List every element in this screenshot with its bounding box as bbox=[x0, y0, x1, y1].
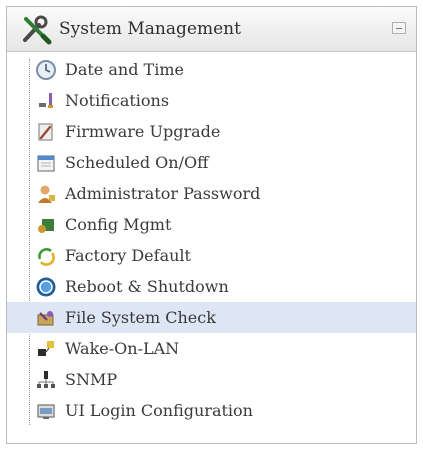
menu-item-administrator-password[interactable]: Administrator Password bbox=[7, 178, 416, 209]
menu-item-label: Wake-On-LAN bbox=[65, 339, 180, 358]
refresh-icon bbox=[38, 248, 55, 266]
menu-item-label: UI Login Configuration bbox=[65, 401, 253, 420]
menu-item-wake-on-lan[interactable]: Wake-On-LAN bbox=[7, 333, 416, 364]
collapse-icon[interactable] bbox=[392, 22, 406, 34]
menu-item-notifications[interactable]: Notifications bbox=[7, 85, 416, 116]
clock-icon bbox=[36, 60, 56, 80]
menu-item-label: Date and Time bbox=[65, 60, 184, 79]
tools-icon bbox=[23, 15, 52, 45]
menu-item-label: Config Mgmt bbox=[65, 215, 172, 234]
menu-item-snmp[interactable]: SNMP bbox=[7, 364, 416, 395]
firmware-icon bbox=[38, 123, 53, 141]
admin-user-icon bbox=[38, 185, 55, 203]
menu-item-label: Scheduled On/Off bbox=[65, 153, 209, 172]
menu-item-firmware-upgrade[interactable]: Firmware Upgrade bbox=[7, 116, 416, 147]
menu-item-label: SNMP bbox=[65, 370, 118, 389]
menu-item-config-mgmt[interactable]: Config Mgmt bbox=[7, 209, 416, 240]
menu-item-label: Reboot & Shutdown bbox=[65, 277, 229, 296]
wake-on-lan-icon bbox=[38, 341, 54, 356]
calendar-icon bbox=[37, 155, 55, 172]
menu-item-reboot-shutdown[interactable]: Reboot & Shutdown bbox=[7, 271, 416, 302]
menu-item-scheduled-on-off[interactable]: Scheduled On/Off bbox=[7, 147, 416, 178]
menu-item-label: Notifications bbox=[65, 91, 170, 110]
config-icon bbox=[38, 219, 54, 233]
notification-icon bbox=[39, 93, 53, 108]
system-management-panel: System Management Date and Time Notifica… bbox=[6, 6, 417, 444]
menu-item-ui-login-configuration[interactable]: UI Login Configuration bbox=[7, 395, 416, 426]
menu-item-label: Administrator Password bbox=[65, 184, 261, 203]
network-icon bbox=[37, 371, 55, 388]
panel-title: System Management bbox=[59, 19, 241, 39]
system-menu: Date and Time Notifications Firmware Upg… bbox=[7, 54, 416, 426]
menu-item-factory-default[interactable]: Factory Default bbox=[7, 240, 416, 271]
panel-header[interactable]: System Management bbox=[7, 7, 416, 52]
menu-item-date-and-time[interactable]: Date and Time bbox=[7, 54, 416, 85]
file-check-icon bbox=[37, 311, 54, 326]
menu-item-label: Factory Default bbox=[65, 246, 191, 265]
power-icon bbox=[36, 277, 56, 297]
menu-item-file-system-check[interactable]: File System Check bbox=[7, 302, 416, 333]
menu-item-label: Firmware Upgrade bbox=[65, 122, 221, 141]
login-config-icon bbox=[37, 404, 55, 419]
menu-item-label: File System Check bbox=[65, 308, 216, 327]
